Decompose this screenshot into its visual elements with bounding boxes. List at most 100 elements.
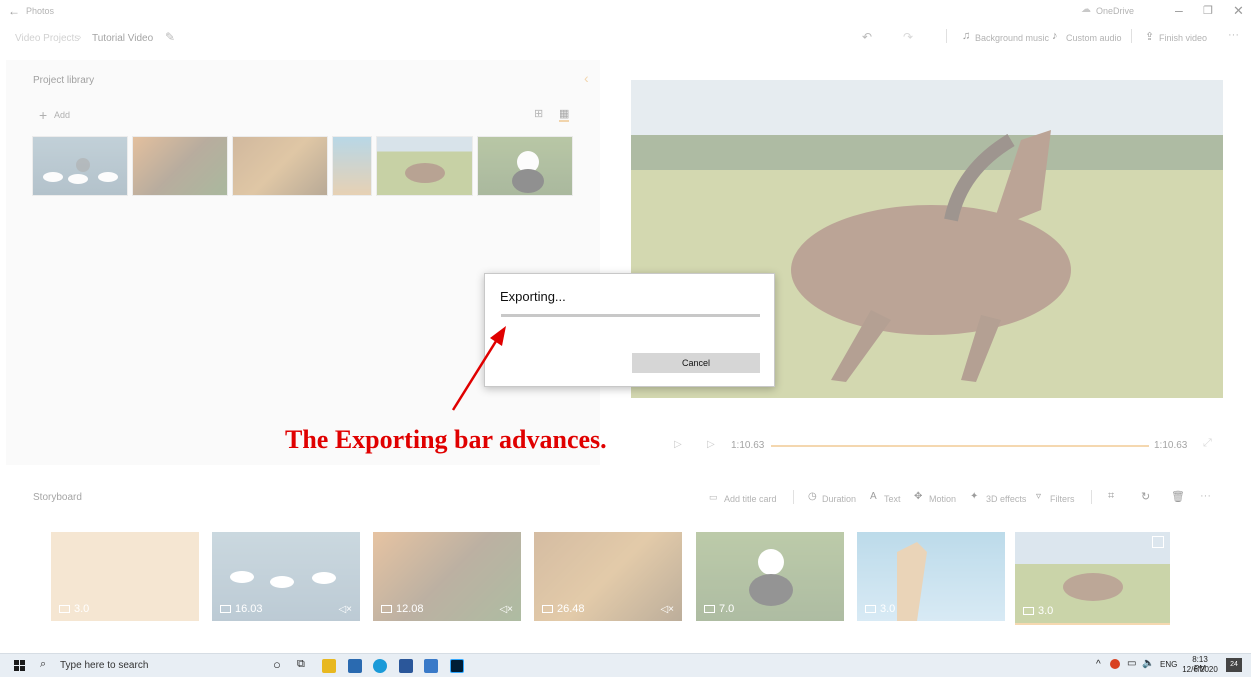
title-card-icon: ▭ xyxy=(709,492,718,502)
photoshop-icon[interactable] xyxy=(450,659,464,673)
storyboard-card-swans[interactable]: 16.03 ◁× xyxy=(212,532,360,621)
export-dialog: Exporting... Cancel xyxy=(484,273,775,387)
search-icon: ⌕ xyxy=(40,658,47,670)
network-alert-icon[interactable] xyxy=(1110,659,1120,669)
card-duration: 3.0 xyxy=(59,603,89,615)
more-options-icon[interactable]: ··· xyxy=(1228,29,1239,41)
back-arrow-icon[interactable]: ← xyxy=(8,4,20,18)
clock-date[interactable]: 12/6/2020 xyxy=(1180,665,1220,674)
cloud-icon: ☁ xyxy=(1081,4,1091,15)
word-icon[interactable] xyxy=(399,659,413,673)
delete-icon[interactable]: 🗑 xyxy=(1171,490,1185,503)
annotation-text: The Exporting bar advances. xyxy=(285,425,607,454)
card-duration: 26.48 xyxy=(542,603,585,615)
clock-icon: ◷ xyxy=(808,491,817,502)
play-icon[interactable]: ▷ xyxy=(707,439,715,450)
custom-audio-icon: ♪ xyxy=(1052,30,1058,42)
card-duration: 3.0 xyxy=(1023,605,1053,617)
toolbar-divider xyxy=(793,490,794,504)
card-duration: 3.0 xyxy=(865,603,895,615)
3d-effects-button[interactable]: 3D effects xyxy=(986,494,1026,504)
library-thumbnail-lion[interactable] xyxy=(232,136,328,196)
library-title: Project library xyxy=(33,75,95,86)
storyboard-title: Storyboard xyxy=(33,492,82,503)
add-title-card-button[interactable]: Add title card xyxy=(724,494,777,504)
storyboard-card-tiger[interactable]: 12.08 ◁× xyxy=(373,532,521,621)
breadcrumb-separator-icon: › xyxy=(78,32,82,43)
large-grid-view-icon[interactable]: ⊞ xyxy=(534,107,543,120)
photos-icon[interactable] xyxy=(424,659,438,673)
finish-video-button[interactable]: Finish video xyxy=(1159,33,1207,43)
expand-icon[interactable]: ⤢ xyxy=(1203,437,1212,450)
task-view-icon[interactable]: ⧉ xyxy=(297,658,305,671)
redo-icon[interactable]: ↷ xyxy=(903,30,913,44)
muted-audio-icon[interactable]: ◁× xyxy=(499,604,513,615)
show-hidden-icons-icon[interactable]: ^ xyxy=(1096,659,1101,670)
storyboard-card-horse[interactable]: 3.0 xyxy=(1015,532,1170,625)
windows-taskbar: ⌕ Type here to search ○ ⧉ ^ ▭ 🔈 ENG 8:13… xyxy=(0,653,1251,677)
language-indicator[interactable]: ENG xyxy=(1160,660,1177,669)
maximize-icon[interactable]: ❐ xyxy=(1203,4,1213,17)
storyboard-card-lion[interactable]: 26.48 ◁× xyxy=(534,532,682,621)
text-button[interactable]: Text xyxy=(884,494,901,504)
small-grid-view-icon[interactable]: ▦ xyxy=(559,107,570,122)
app-title: Photos xyxy=(26,6,55,16)
storyboard-card-panda[interactable]: 7.0 xyxy=(696,532,844,621)
current-time: 1:10.63 xyxy=(731,440,765,451)
add-media-button[interactable]: Add xyxy=(54,110,70,120)
onedrive-label[interactable]: OneDrive xyxy=(1096,6,1134,16)
toolbar-divider xyxy=(946,29,947,43)
storyboard-card-giraffe[interactable]: 3.0 xyxy=(857,532,1005,621)
windows-start-icon[interactable] xyxy=(14,660,25,671)
breadcrumb-root[interactable]: Video Projects xyxy=(15,33,79,44)
playback-scrubber[interactable] xyxy=(771,445,1149,447)
volume-icon[interactable]: 🔈 xyxy=(1142,658,1154,669)
toolbar-divider xyxy=(1091,490,1092,504)
library-thumbnail-horse[interactable] xyxy=(376,136,473,196)
filters-button[interactable]: Filters xyxy=(1050,494,1075,504)
total-time: 1:10.63 xyxy=(1154,440,1188,451)
add-plus-icon[interactable]: + xyxy=(39,107,47,123)
file-explorer-icon[interactable] xyxy=(322,659,336,673)
taskbar-search-input[interactable]: Type here to search xyxy=(60,660,148,671)
dialog-title: Exporting... xyxy=(500,289,566,304)
cortana-icon[interactable]: ○ xyxy=(273,657,281,672)
rotate-icon[interactable]: ↻ xyxy=(1141,490,1150,503)
export-progress-bar xyxy=(501,314,760,317)
muted-audio-icon[interactable]: ◁× xyxy=(660,604,674,615)
undo-icon[interactable]: ↶ xyxy=(862,30,872,44)
mail-icon[interactable] xyxy=(348,659,362,673)
more-options-icon[interactable]: ··· xyxy=(1200,490,1211,502)
card-duration: 7.0 xyxy=(704,603,734,615)
edge-browser-icon[interactable] xyxy=(373,659,387,673)
text-icon: A xyxy=(870,491,877,502)
motion-button[interactable]: Motion xyxy=(929,494,956,504)
select-checkbox[interactable] xyxy=(1152,536,1164,548)
muted-audio-icon[interactable]: ◁× xyxy=(338,604,352,615)
notification-center-icon[interactable]: 24 xyxy=(1226,658,1242,672)
music-note-icon: ♫ xyxy=(962,30,971,42)
motion-icon: ✥ xyxy=(914,491,923,502)
custom-audio-button[interactable]: Custom audio xyxy=(1066,33,1122,43)
card-duration: 12.08 xyxy=(381,603,424,615)
cancel-button[interactable]: Cancel xyxy=(632,353,760,373)
storyboard-card-title[interactable]: 3.0 xyxy=(51,532,199,621)
card-duration: 16.03 xyxy=(220,603,263,615)
library-thumbnail-swans[interactable] xyxy=(32,136,128,196)
library-thumbnail-panda[interactable] xyxy=(477,136,573,196)
minimize-icon[interactable]: – xyxy=(1175,2,1183,18)
rename-pencil-icon[interactable]: ✎ xyxy=(165,30,175,44)
background-music-button[interactable]: Background music xyxy=(975,33,1049,43)
collapse-chevron-icon[interactable]: ‹ xyxy=(584,70,589,86)
filters-icon: ▿ xyxy=(1036,491,1042,502)
trim-icon[interactable]: ⌗ xyxy=(1108,490,1114,503)
annotation-arrow xyxy=(451,326,506,411)
play-icon[interactable]: ▷ xyxy=(674,439,682,450)
network-icon[interactable]: ▭ xyxy=(1127,658,1136,669)
library-thumbnail-giraffe[interactable] xyxy=(332,136,372,196)
3d-effects-icon: ✦ xyxy=(970,491,979,502)
duration-button[interactable]: Duration xyxy=(822,494,856,504)
title-bar: ← Photos Video Projects › Tutorial Video… xyxy=(0,0,1251,52)
library-thumbnail-tiger[interactable] xyxy=(132,136,228,196)
close-icon[interactable]: ✕ xyxy=(1233,3,1244,19)
